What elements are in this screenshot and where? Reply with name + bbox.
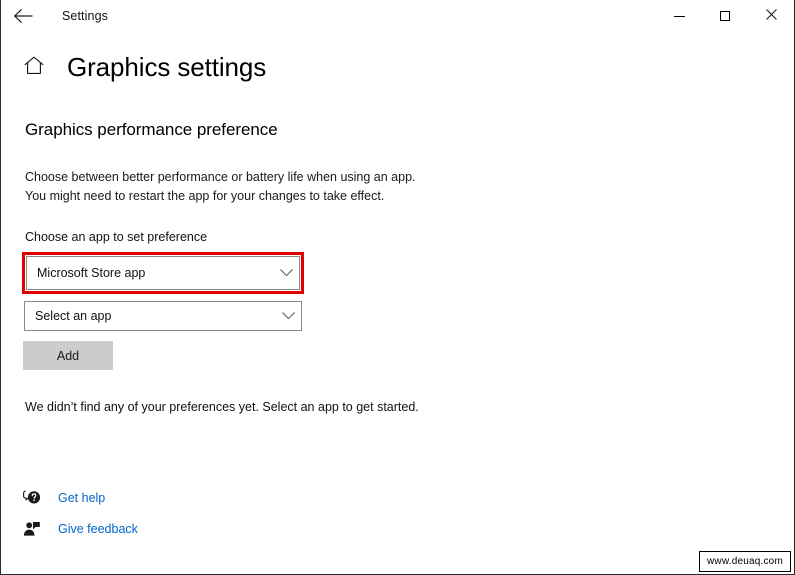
maximize-icon — [720, 11, 730, 21]
chevron-down-icon — [273, 269, 299, 277]
empty-state-message: We didn’t find any of your preferences y… — [25, 400, 419, 414]
page-title: Graphics settings — [67, 52, 267, 82]
select-app-dropdown[interactable]: Select an app — [24, 301, 302, 331]
page-header: Graphics settings — [23, 52, 266, 83]
close-button[interactable] — [748, 0, 794, 32]
app-type-label: Choose an app to set preference — [25, 230, 208, 244]
home-button[interactable] — [23, 55, 45, 81]
feedback-person-icon — [22, 520, 41, 539]
settings-window: Settings Graphics settings Graphics perf… — [0, 0, 795, 575]
select-app-dropdown-value: Select an app — [35, 309, 112, 323]
app-type-dropdown[interactable]: Microsoft Store app — [26, 256, 300, 290]
get-help-link[interactable]: Get help — [22, 487, 105, 509]
window-title: Settings — [62, 9, 108, 23]
maximize-button[interactable] — [702, 0, 748, 32]
chevron-down-icon — [275, 312, 301, 320]
minimize-icon — [673, 15, 685, 17]
app-type-dropdown-value: Microsoft Store app — [37, 266, 146, 280]
description-line-2: You might need to restart the app for yo… — [25, 189, 385, 203]
home-icon — [24, 56, 44, 80]
section-title: Graphics performance preference — [25, 120, 278, 139]
help-bubble-icon — [22, 489, 41, 508]
window-controls — [656, 0, 794, 32]
section-description: Choose between better performance or bat… — [25, 168, 416, 206]
back-button[interactable] — [1, 0, 45, 32]
title-bar: Settings — [1, 0, 794, 32]
watermark: www.deuaq.com — [699, 551, 791, 572]
get-help-label: Get help — [58, 491, 106, 505]
arrow-left-icon — [13, 9, 33, 23]
description-line-1: Choose between better performance or bat… — [25, 170, 416, 184]
add-button[interactable]: Add — [23, 341, 113, 370]
give-feedback-label: Give feedback — [58, 522, 138, 536]
give-feedback-link[interactable]: Give feedback — [22, 518, 138, 540]
close-icon — [765, 7, 777, 25]
minimize-button[interactable] — [656, 0, 702, 32]
